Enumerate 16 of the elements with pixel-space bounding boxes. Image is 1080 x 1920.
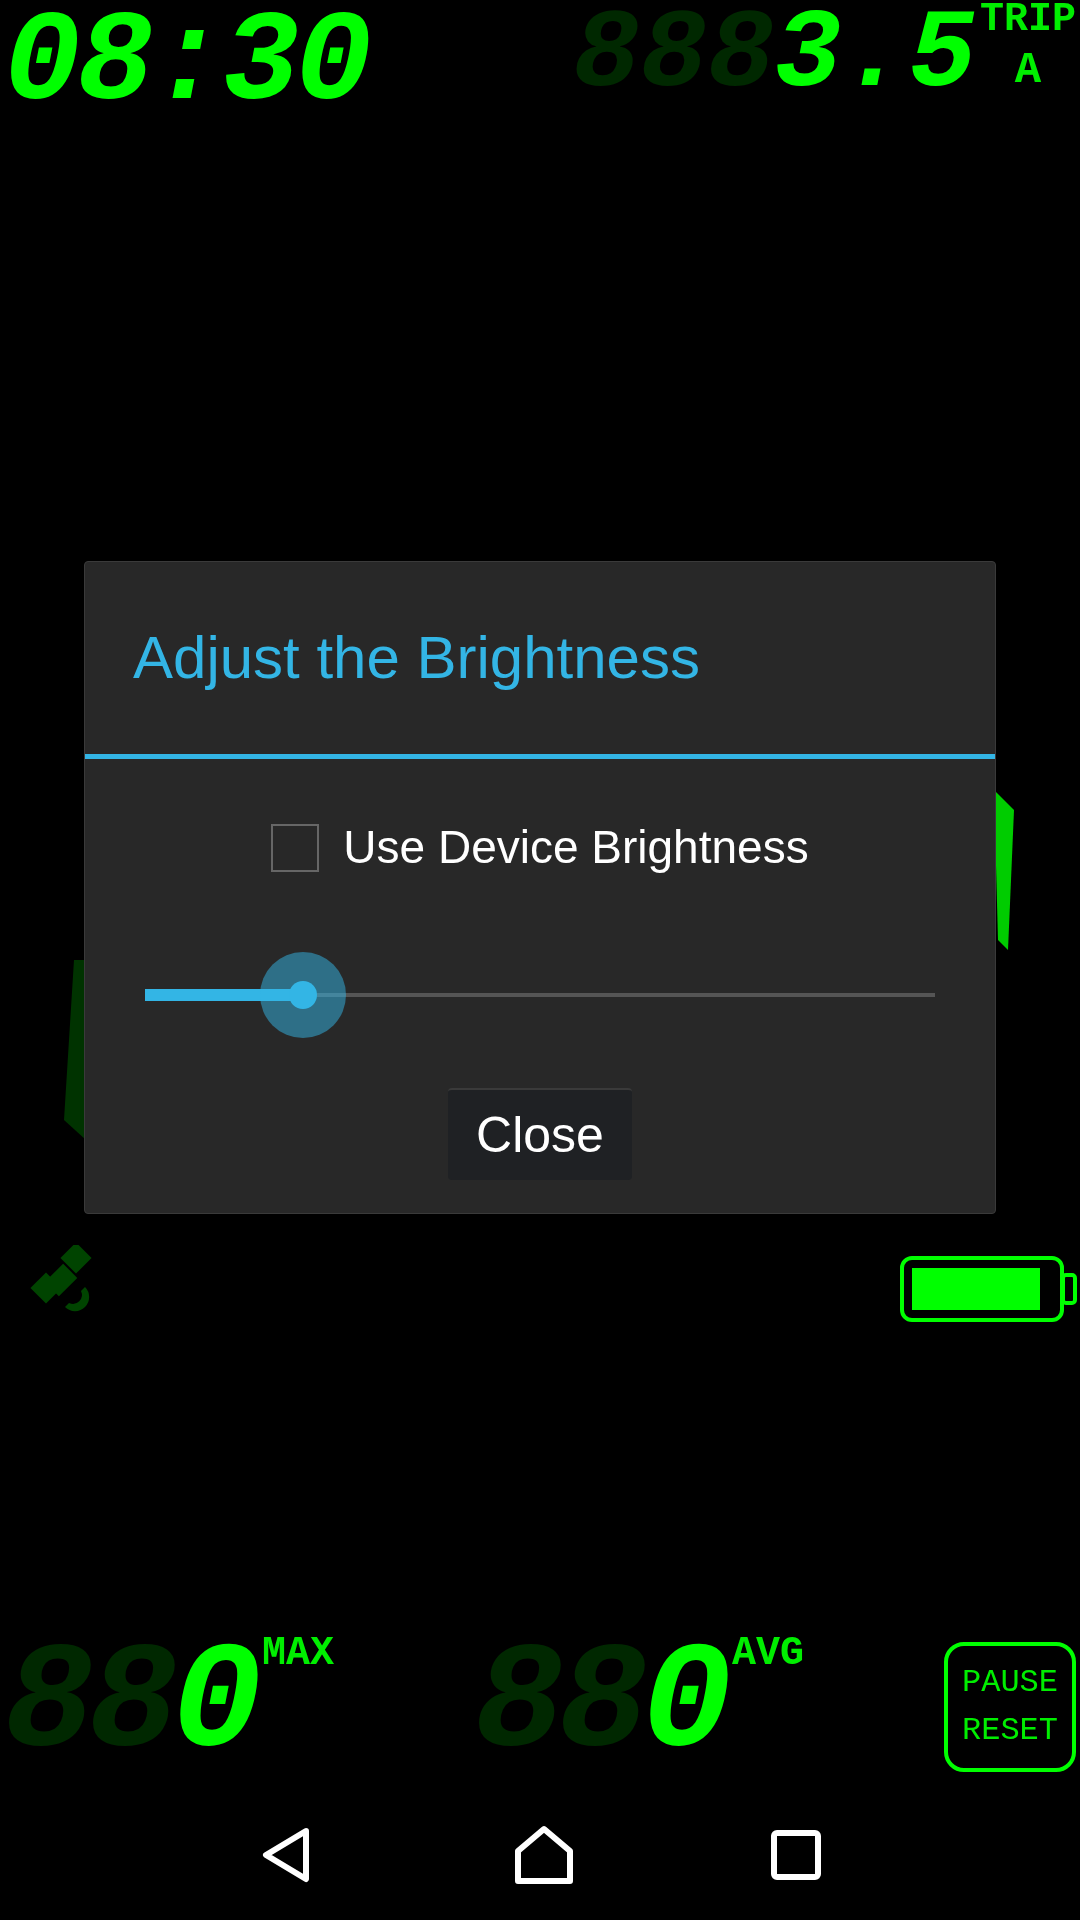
unit-label: MAX — [262, 1634, 335, 1674]
battery-icon — [899, 1255, 1079, 1323]
max-speed: 0 — [172, 1630, 263, 1780]
trip-distance: 3.5 — [774, 0, 976, 112]
trip-mode: A — [1014, 48, 1042, 92]
brightness-slider[interactable] — [145, 952, 935, 1038]
dialog-title: Adjust the Brightness — [133, 623, 700, 693]
average-speed: 0 — [642, 1630, 733, 1780]
unit-label: AVG — [732, 1634, 805, 1674]
close-button[interactable]: Close — [448, 1088, 632, 1180]
device-brightness-checkbox[interactable]: Use Device Brightness — [271, 813, 809, 882]
trip-label: TRIP — [980, 0, 1076, 40]
clock-time: 08:30 — [4, 0, 369, 128]
home-icon[interactable] — [514, 1825, 574, 1885]
pause-reset-button[interactable]: PAUSE RESET — [944, 1642, 1076, 1772]
recent-apps-icon[interactable] — [770, 1829, 822, 1881]
